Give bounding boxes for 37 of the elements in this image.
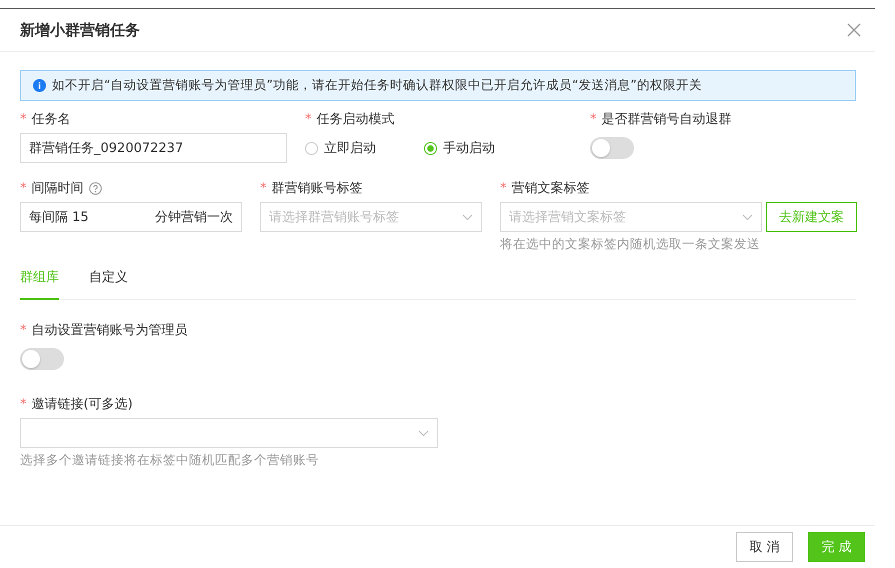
field-label: 任务启动模式 xyxy=(316,111,394,128)
cancel-button[interactable]: 取 消 xyxy=(736,532,793,562)
required-mark: * xyxy=(260,180,266,196)
field-hint: 选择多个邀请链接将在标签中随机匹配多个营销账号 xyxy=(20,452,320,469)
help-icon[interactable] xyxy=(88,182,102,194)
required-mark: * xyxy=(20,112,26,126)
close-icon[interactable] xyxy=(847,23,861,37)
toggle-switch[interactable] xyxy=(20,348,64,370)
chevron-down-icon xyxy=(418,430,429,436)
field-label: 群营销账号标签 xyxy=(272,180,362,197)
radio-button[interactable] xyxy=(424,142,437,154)
field-label: 营销文案标签 xyxy=(512,180,590,197)
field-hint: 将在选中的文案标签内随机选取一条文案发送 xyxy=(500,236,761,253)
radio-option[interactable]: 立即启动 xyxy=(305,139,376,157)
tab[interactable]: 自定义 xyxy=(89,258,128,300)
task-name-field[interactable]: 群营销任务_0920072237 xyxy=(20,133,287,163)
field-label: 邀请链接(可多选) xyxy=(32,396,133,413)
chevron-down-icon xyxy=(462,214,473,220)
notice-text: 如不开启“自动设置营销账号为管理员”功能，请在开始任务时确认群权限中已开启允许成员“发送消息”的权限开关 xyxy=(52,77,702,94)
field-label: 自动设置营销账号为管理员 xyxy=(32,322,188,339)
chevron-down-icon xyxy=(742,214,753,220)
field-label: 是否群营销号自动退群 xyxy=(602,111,732,128)
radio-option[interactable]: 手动启动 xyxy=(424,139,495,157)
required-mark: * xyxy=(500,180,506,196)
field-label: 任务名 xyxy=(32,111,70,128)
toggle-switch[interactable] xyxy=(590,137,634,159)
required-mark: * xyxy=(20,396,26,412)
required-mark: * xyxy=(305,112,312,126)
required-mark: * xyxy=(20,322,26,338)
radio-button[interactable] xyxy=(305,142,318,154)
interval-field[interactable]: 每间隔 15 分钟营销一次 xyxy=(20,202,242,232)
required-mark: * xyxy=(20,180,26,196)
info-icon xyxy=(33,79,46,92)
field-label: 间隔时间 xyxy=(32,180,84,197)
dialog-title: 新增小群营销任务 xyxy=(20,20,140,40)
required-mark: * xyxy=(590,112,596,126)
select-field[interactable] xyxy=(20,418,438,448)
